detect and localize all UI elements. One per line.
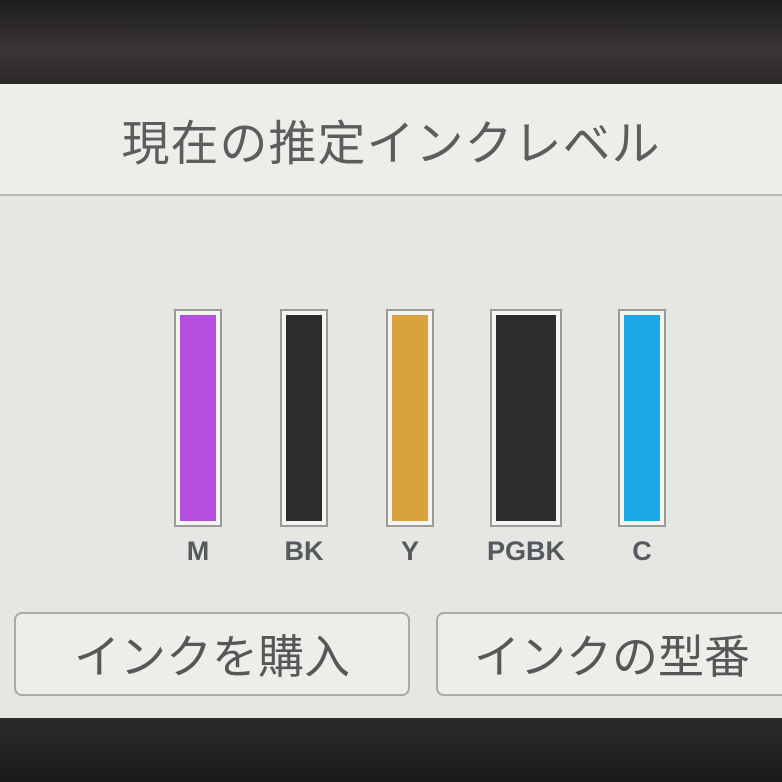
ink-level-fill-m bbox=[180, 315, 216, 521]
buy-ink-button[interactable]: インクを購入 bbox=[14, 612, 410, 696]
ink-tank-c bbox=[618, 309, 666, 527]
printer-display: 現在の推定インクレベル M BK Y PGBK C インクを購入 インクの型番 bbox=[0, 84, 782, 718]
ink-model-button[interactable]: インクの型番 bbox=[436, 612, 782, 696]
ink-label-bk: BK bbox=[284, 536, 324, 566]
ink-label-m: M bbox=[186, 536, 210, 566]
ink-tank-pgbk bbox=[490, 309, 562, 527]
ink-level-fill-c bbox=[624, 315, 660, 521]
ink-tank-m bbox=[174, 309, 222, 527]
ink-label-y: Y bbox=[400, 536, 419, 566]
page-title: 現在の推定インクレベル bbox=[121, 116, 661, 172]
ink-level-fill-y bbox=[392, 315, 428, 521]
device-bezel-top bbox=[0, 0, 782, 84]
device-bezel-bottom bbox=[0, 718, 782, 782]
ink-tank-bk bbox=[280, 309, 328, 527]
ink-label-c: C bbox=[632, 536, 652, 566]
header-bar: 現在の推定インクレベル bbox=[0, 84, 782, 196]
ink-level-fill-bk bbox=[286, 315, 322, 521]
ink-level-fill-pgbk bbox=[496, 315, 556, 521]
ink-label-pgbk: PGBK bbox=[486, 536, 565, 566]
ink-tank-y bbox=[386, 309, 434, 527]
ink-level-panel: M BK Y PGBK C bbox=[0, 196, 782, 596]
